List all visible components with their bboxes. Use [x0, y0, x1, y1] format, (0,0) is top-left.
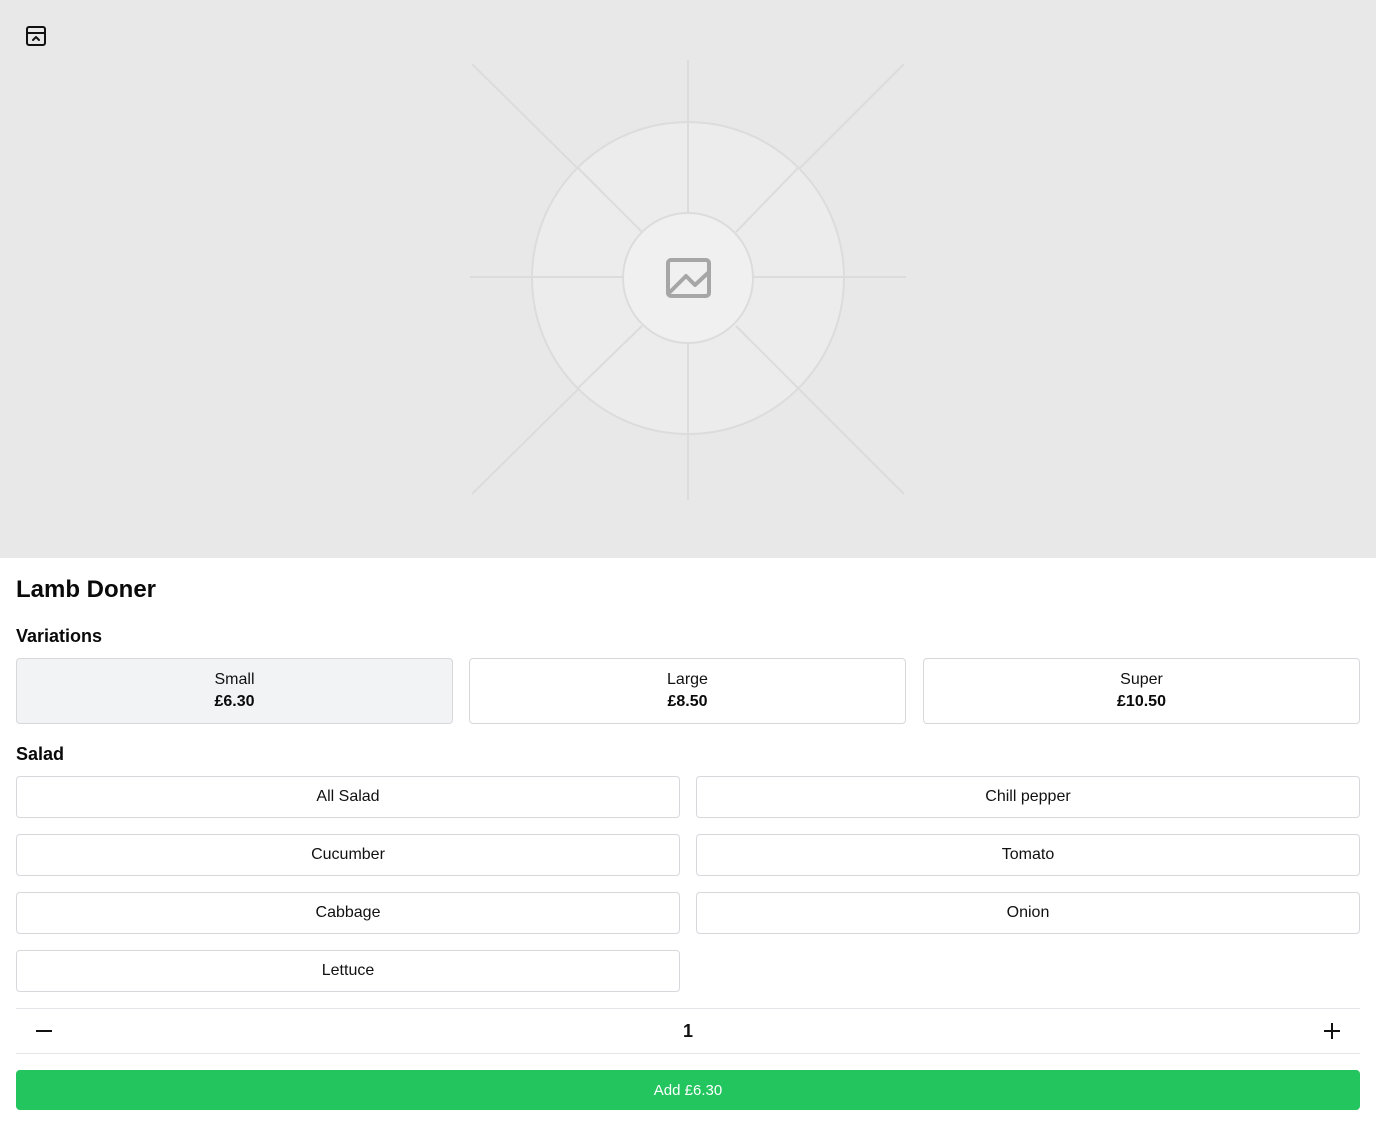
- increment-quantity-button[interactable]: [1314, 1013, 1350, 1049]
- variation-option-small[interactable]: Small £6.30: [16, 658, 453, 724]
- product-title: Lamb Doner: [16, 576, 157, 603]
- add-to-order-button[interactable]: Add £6.30: [16, 1070, 1360, 1110]
- plus-icon: [1324, 1023, 1340, 1039]
- salad-heading: Salad: [16, 744, 65, 764]
- variation-price: £8.50: [667, 693, 708, 710]
- minus-icon: [36, 1030, 52, 1032]
- salad-option-chill-pepper[interactable]: Chill pepper: [696, 776, 1360, 818]
- variation-name: Large: [667, 671, 708, 688]
- panel-collapse-icon: [26, 26, 46, 46]
- salad-option-all-salad[interactable]: All Salad: [16, 776, 680, 818]
- salad-option-onion[interactable]: Onion: [696, 892, 1360, 934]
- salad-option-cucumber[interactable]: Cucumber: [16, 834, 680, 876]
- variation-option-super[interactable]: Super £10.50: [923, 658, 1360, 724]
- product-image: [0, 0, 1376, 558]
- variation-price: £6.30: [214, 693, 255, 710]
- variation-price: £10.50: [1117, 693, 1166, 710]
- variations-heading: Variations: [16, 626, 103, 646]
- variations-group: Small £6.30 Large £8.50 Super £10.50: [16, 658, 1360, 724]
- quantity-stepper: 1: [16, 1008, 1360, 1054]
- salad-option-cabbage[interactable]: Cabbage: [16, 892, 680, 934]
- salad-option-tomato[interactable]: Tomato: [696, 834, 1360, 876]
- variation-name: Small: [214, 671, 255, 688]
- salad-option-lettuce[interactable]: Lettuce: [16, 950, 680, 992]
- image-placeholder-graphic: [470, 60, 906, 500]
- decrement-quantity-button[interactable]: [26, 1013, 62, 1049]
- variation-name: Super: [1120, 671, 1163, 688]
- variation-option-large[interactable]: Large £8.50: [469, 658, 906, 724]
- collapse-image-button[interactable]: [18, 18, 54, 54]
- quantity-value: 1: [682, 1020, 693, 1041]
